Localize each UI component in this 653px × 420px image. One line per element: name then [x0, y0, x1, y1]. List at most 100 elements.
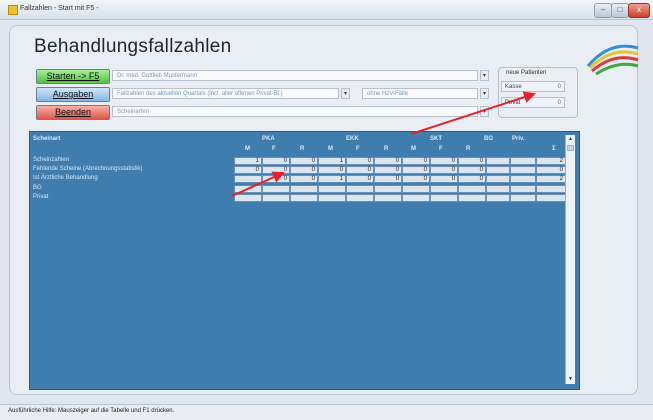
table-cell[interactable] — [510, 185, 536, 193]
table-cell[interactable] — [234, 185, 262, 193]
table-cell[interactable]: 0 — [374, 157, 402, 165]
table-cell[interactable] — [290, 194, 318, 202]
table-cell[interactable] — [234, 175, 262, 183]
table-cell[interactable]: 0 — [458, 166, 486, 174]
table-cell[interactable]: 0 — [430, 175, 458, 183]
group-header-bg: BG — [484, 136, 493, 142]
table-cell[interactable] — [536, 194, 566, 202]
hzv-filter-select[interactable]: ohne HzV-Fälle — [362, 88, 478, 99]
table-cell[interactable]: 0 — [318, 166, 346, 174]
window-title: Fallzahlen - Start mit F5 - — [20, 5, 99, 12]
sub-header-m: M — [245, 146, 250, 152]
table-cell[interactable]: 2 — [536, 175, 566, 183]
chevron-down-icon[interactable]: ▾ — [480, 106, 489, 117]
table-column-header: Scheinart — [33, 136, 61, 142]
table-cell[interactable] — [374, 194, 402, 202]
table-cell[interactable] — [262, 194, 290, 202]
table-cell[interactable]: 0 — [290, 166, 318, 174]
maximize-button[interactable]: □ — [611, 3, 629, 18]
sub-header-f: F — [439, 146, 443, 152]
new-patients-title: neue Patienten — [506, 70, 547, 76]
period-select[interactable]: Fallzahlen des aktuellen Quartals (incl.… — [112, 88, 339, 99]
row-label: Scheinzahlen — [33, 157, 70, 163]
table-cell[interactable]: 0 — [536, 166, 566, 174]
table-cell[interactable]: 0 — [346, 175, 374, 183]
table-cell[interactable]: 0 — [430, 157, 458, 165]
minimize-button[interactable]: – — [594, 3, 612, 18]
table-cell[interactable]: 0 — [402, 175, 430, 183]
table-cell[interactable]: 0 — [262, 157, 290, 165]
new-patients-kasse-field: Kasse 0 — [501, 81, 565, 92]
table-cell[interactable] — [290, 185, 318, 193]
chevron-down-icon[interactable]: ▾ — [480, 88, 489, 99]
scroll-up-icon[interactable]: ▲ — [566, 135, 575, 144]
table-cell[interactable] — [234, 194, 262, 202]
table-cell[interactable] — [486, 175, 510, 183]
table-cell[interactable]: 0 — [402, 166, 430, 174]
table-cell[interactable] — [430, 185, 458, 193]
sub-header-r: R — [466, 146, 471, 152]
table-cell[interactable]: 0 — [374, 166, 402, 174]
scroll-thumb[interactable] — [567, 145, 574, 151]
table-cell[interactable]: 0 — [458, 175, 486, 183]
table-cell[interactable]: 1 — [318, 175, 346, 183]
output-button[interactable]: Ausgaben — [36, 87, 110, 102]
sub-header-f: F — [356, 146, 360, 152]
page-title: Behandlungsfallzahlen — [34, 36, 232, 57]
table-cell[interactable] — [510, 157, 536, 165]
table-cell[interactable] — [318, 185, 346, 193]
table-cell[interactable]: 0 — [262, 166, 290, 174]
sub-header-m: M — [328, 146, 333, 152]
table-cell[interactable] — [430, 194, 458, 202]
table-cell[interactable]: 0 — [234, 166, 262, 174]
close-button[interactable]: x — [628, 3, 650, 18]
table-cell[interactable]: 0 — [402, 157, 430, 165]
kasse-label: Kasse — [505, 84, 522, 90]
table-cell[interactable] — [402, 185, 430, 193]
table-cell[interactable] — [486, 194, 510, 202]
table-cell[interactable] — [510, 175, 536, 183]
table-cell[interactable] — [486, 157, 510, 165]
table-cell[interactable]: 0 — [262, 175, 290, 183]
table-cell[interactable] — [458, 185, 486, 193]
status-text: Ausführliche Hilfe: Mauszeiger auf die T… — [8, 408, 175, 414]
table-cell[interactable] — [402, 194, 430, 202]
table-cell[interactable]: 0 — [290, 157, 318, 165]
scheinarten-select[interactable]: Scheinarten — [112, 106, 478, 117]
table-cell[interactable] — [262, 185, 290, 193]
start-button[interactable]: Starten -> F5 — [36, 69, 110, 84]
sub-header-r: R — [384, 146, 389, 152]
table-cell[interactable] — [536, 185, 566, 193]
table-cell[interactable]: 1 — [318, 157, 346, 165]
table-cell[interactable] — [486, 166, 510, 174]
chevron-down-icon[interactable]: ▾ — [480, 70, 489, 81]
scroll-down-icon[interactable]: ▼ — [566, 375, 575, 384]
table-cell[interactable]: 0 — [430, 166, 458, 174]
table-cell[interactable] — [458, 194, 486, 202]
vertical-scrollbar[interactable]: ▲ ▼ — [565, 135, 575, 384]
table-cell[interactable] — [346, 194, 374, 202]
end-button[interactable]: Beenden — [36, 105, 110, 120]
table-cell[interactable]: 0 — [374, 175, 402, 183]
swoosh-logo-icon — [586, 44, 639, 76]
chevron-down-icon[interactable]: ▾ — [341, 88, 350, 99]
status-bar: Ausführliche Hilfe: Mauszeiger auf die T… — [0, 404, 653, 420]
table-cell[interactable] — [318, 194, 346, 202]
sub-header-f: F — [272, 146, 276, 152]
sub-header-m: M — [411, 146, 416, 152]
table-cell[interactable]: 0 — [290, 175, 318, 183]
table-cell[interactable]: 2 — [536, 157, 566, 165]
table-cell[interactable] — [510, 166, 536, 174]
row-label: Fehlende Scheine (Abrechnungsstatistik) — [33, 166, 143, 172]
table-cell[interactable] — [374, 185, 402, 193]
table-cell[interactable] — [510, 194, 536, 202]
table-cell[interactable] — [486, 185, 510, 193]
doctor-select[interactable]: Dr. med. Gottlieb Mustermann — [112, 70, 478, 81]
table-cell[interactable] — [346, 185, 374, 193]
table-cell[interactable]: 0 — [346, 157, 374, 165]
row-label: Privat — [33, 194, 49, 200]
table-cell[interactable]: 1 — [234, 157, 262, 165]
table-cell[interactable]: 0 — [346, 166, 374, 174]
table-cell[interactable]: 0 — [458, 157, 486, 165]
row-label: Ist Ärztliche Behandlung — [33, 175, 98, 181]
